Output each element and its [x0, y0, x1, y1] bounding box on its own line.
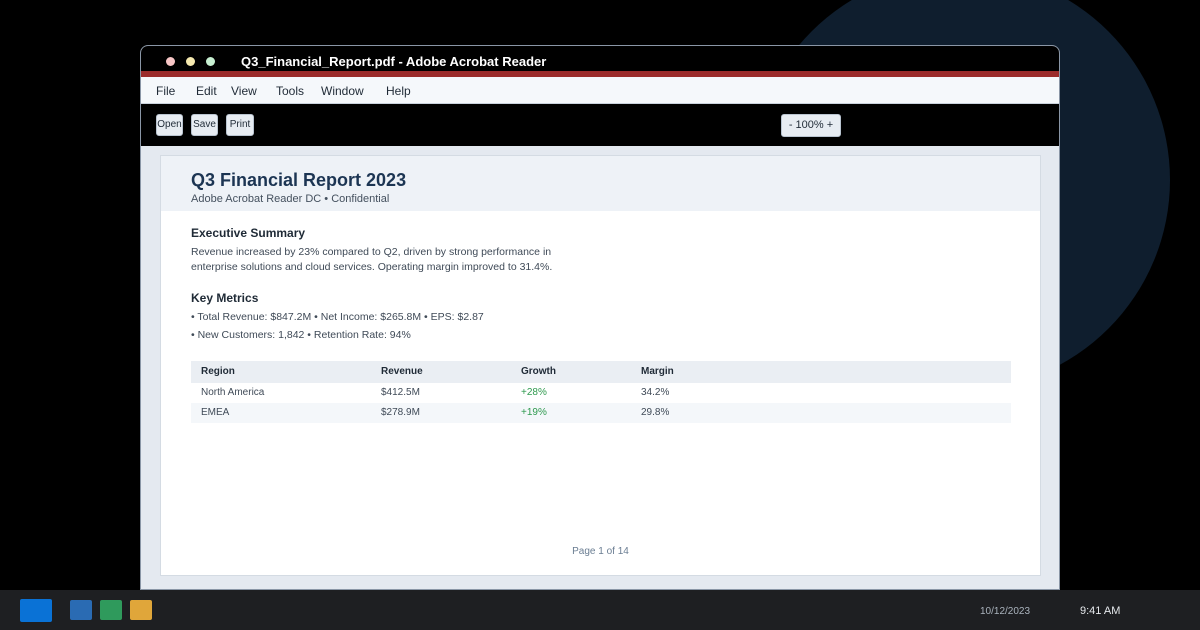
cell-growth: +19% — [521, 407, 547, 418]
zoom-out-button[interactable]: - — [789, 119, 793, 131]
column-header-margin: Margin — [641, 366, 674, 377]
open-button[interactable]: Open — [156, 114, 183, 136]
table-header-row: Region Revenue Growth Margin — [191, 361, 1011, 383]
menu-tools[interactable]: Tools — [276, 84, 304, 98]
cell-margin: 34.2% — [641, 387, 670, 398]
cell-region: North America — [201, 387, 265, 398]
regional-table: Region Revenue Growth Margin North Ameri… — [191, 361, 1011, 423]
acrobat-window: Q3_Financial_Report.pdf - Adobe Acrobat … — [140, 45, 1060, 590]
maximize-window-button[interactable] — [206, 57, 215, 66]
print-button[interactable]: Print — [226, 114, 254, 136]
cell-region: EMEA — [201, 407, 230, 418]
zoom-in-button[interactable]: + — [827, 119, 833, 131]
table-row: North America $412.5M +28% 34.2% — [191, 383, 1011, 403]
tray-date: 10/12/2023 — [980, 606, 1031, 617]
page-title: Q3 Financial Report 2023 — [191, 170, 407, 190]
minimize-window-button[interactable] — [186, 57, 195, 66]
menu-file[interactable]: File — [156, 84, 175, 98]
menu-edit[interactable]: Edit — [196, 84, 217, 98]
document-page: Q3 Financial Report 2023 Adobe Acrobat R… — [160, 155, 1041, 576]
executive-summary-line: Revenue increased by 23% compared to Q2,… — [191, 246, 552, 258]
cell-revenue: $278.9M — [381, 407, 420, 418]
key-metrics-heading: Key Metrics — [191, 291, 259, 305]
menu-window[interactable]: Window — [321, 84, 364, 98]
key-metrics-line: • New Customers: 1,842 • Retention Rate:… — [191, 329, 411, 341]
taskbar: 10/12/2023 9:41 AM — [0, 590, 1200, 630]
taskbar-app-green-icon[interactable] — [100, 600, 122, 620]
page-header: Q3 Financial Report 2023 Adobe Acrobat R… — [161, 156, 1040, 211]
menu-help[interactable]: Help — [386, 84, 411, 98]
cell-growth: +28% — [521, 387, 547, 398]
column-header-growth: Growth — [521, 366, 556, 377]
zoom-control: - 100% + — [781, 114, 841, 137]
start-button[interactable] — [20, 599, 52, 622]
save-button[interactable]: Save — [191, 114, 218, 136]
page-number: Page 1 of 14 — [572, 546, 629, 557]
page-subtitle: Adobe Acrobat Reader DC • Confidential — [191, 193, 390, 205]
zoom-level: 100% — [795, 119, 827, 131]
title-bar: Q3_Financial_Report.pdf - Adobe Acrobat … — [141, 46, 1059, 71]
menu-view[interactable]: View — [231, 84, 257, 98]
cell-margin: 29.8% — [641, 407, 670, 418]
toolbar: Open Save Print - 100% + — [141, 104, 1059, 146]
key-metrics-line: • Total Revenue: $847.2M • Net Income: $… — [191, 311, 484, 323]
cell-revenue: $412.5M — [381, 387, 420, 398]
window-title: Q3_Financial_Report.pdf - Adobe Acrobat … — [241, 54, 547, 69]
tray-clock[interactable]: 9:41 AM — [1080, 605, 1120, 617]
menu-bar: File Edit View Tools Window Help — [141, 77, 1059, 104]
executive-summary-line: enterprise solutions and cloud services.… — [191, 261, 553, 273]
close-window-button[interactable] — [166, 57, 175, 66]
taskbar-app-orange-icon[interactable] — [130, 600, 152, 620]
column-header-revenue: Revenue — [381, 366, 423, 377]
executive-summary-heading: Executive Summary — [191, 226, 306, 240]
column-header-region: Region — [201, 366, 235, 377]
table-row: EMEA $278.9M +19% 29.8% — [191, 403, 1011, 423]
taskbar-app-blue-icon[interactable] — [70, 600, 92, 620]
